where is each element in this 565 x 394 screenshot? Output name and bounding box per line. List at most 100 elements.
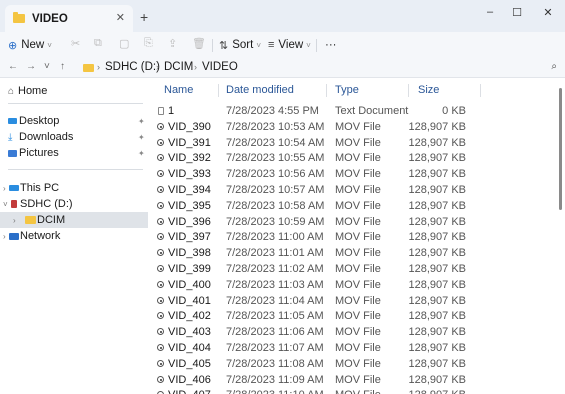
new-tab-button[interactable]: + <box>140 9 148 25</box>
video-file-icon <box>157 375 164 383</box>
more-options-button[interactable]: ··· <box>325 32 337 58</box>
file-row[interactable]: VID_406 7/28/2023 11:09 AM MOV File 128,907… <box>150 373 565 388</box>
close-window-button[interactable]: ✕ <box>538 6 558 19</box>
video-file-icon <box>157 186 164 193</box>
file-size: 128,907 KB <box>408 278 467 291</box>
column-divider[interactable] <box>218 84 219 97</box>
file-name: VID_396 <box>168 215 211 228</box>
file-row[interactable]: VID_390 7/28/2023 10:53 AM MOV File 128,907… <box>150 120 565 135</box>
file-name: VID_393 <box>168 168 211 181</box>
nav-item-this-pc[interactable]: › This PC <box>0 180 148 196</box>
chevron-down-icon: ˅ <box>306 40 311 50</box>
file-row[interactable]: VID_396 7/28/2023 10:59 AM MOV File 128,907… <box>150 215 565 230</box>
chevron-right-icon[interactable]: › <box>13 216 16 225</box>
file-date-modified: 7/28/2023 11:03 AM <box>226 278 324 291</box>
tab-video[interactable]: VIDEO ✕ <box>5 5 133 32</box>
file-row[interactable]: VID_403 7/28/2023 11:06 AM MOV File 128,907… <box>150 325 565 340</box>
video-file-icon <box>157 170 164 178</box>
nav-item-sdhc[interactable]: ˅ SDHC (D:) <box>0 196 148 212</box>
file-type: MOV File <box>335 184 381 196</box>
file-row[interactable]: VID_392 7/28/2023 10:55 AM MOV File 128,907… <box>150 151 565 166</box>
nav-item-dcim[interactable]: › DCIM <box>0 212 148 228</box>
file-name: VID_394 <box>168 184 211 196</box>
file-row[interactable]: 1 7/28/2023 4:55 PM Text Document 0 KB <box>150 104 565 119</box>
folder-icon <box>25 216 36 224</box>
new-button-label: New <box>21 39 45 51</box>
search-icon[interactable]: ⌕ <box>551 61 557 72</box>
file-row[interactable]: VID_395 7/28/2023 10:58 AM MOV File 128,907… <box>150 199 565 214</box>
nav-item-label: Network <box>20 230 61 242</box>
nav-item-home[interactable]: ⌂ Home <box>0 83 148 99</box>
file-date-modified: 7/28/2023 10:58 AM <box>226 199 325 212</box>
copy-icon[interactable]: ⧉ <box>94 37 102 50</box>
breadcrumb-video[interactable]: VIDEO <box>202 61 238 73</box>
file-date-modified: 7/28/2023 10:54 AM <box>226 136 325 149</box>
maximize-button[interactable]: ☐ <box>507 6 527 19</box>
nav-item-desktop[interactable]: Desktop ✦ <box>0 113 148 129</box>
file-row[interactable]: VID_401 7/28/2023 11:04 AM MOV File 128,907… <box>150 294 565 309</box>
pin-icon[interactable]: ✦ <box>138 149 145 158</box>
close-tab-icon[interactable]: ✕ <box>116 11 125 24</box>
file-date-modified: 7/28/2023 11:07 AM <box>226 342 324 354</box>
downloads-icon: ⤓ <box>8 131 13 143</box>
network-icon <box>9 232 19 240</box>
file-row[interactable]: VID_402 7/28/2023 11:05 AM MOV File 128,907… <box>150 309 565 324</box>
paste-icon[interactable]: ▢ <box>119 37 129 50</box>
nav-item-network[interactable]: › Network <box>0 228 148 244</box>
file-row[interactable]: VID_398 7/28/2023 11:01 AM MOV File 128,907… <box>150 246 565 261</box>
this-pc-icon <box>9 185 19 191</box>
column-header-date[interactable]: Date modified <box>226 84 294 96</box>
chevron-right-icon[interactable]: › <box>3 232 6 241</box>
rename-icon[interactable]: ⎘ <box>144 37 153 50</box>
file-row[interactable]: VID_407 7/28/2023 11:10 AM MOV File 128,907… <box>150 388 565 394</box>
file-name: VID_405 <box>168 357 211 370</box>
column-divider[interactable] <box>326 84 327 97</box>
forward-icon[interactable]: → <box>26 61 36 72</box>
nav-item-pictures[interactable]: Pictures ✦ <box>0 145 148 161</box>
file-type: MOV File <box>335 136 381 149</box>
pin-icon[interactable]: ✦ <box>138 133 145 142</box>
recent-locations-icon[interactable]: ˅ <box>44 61 50 72</box>
toolbar-divider <box>316 39 317 52</box>
up-icon[interactable]: ↑ <box>60 61 65 72</box>
file-date-modified: 7/28/2023 11:05 AM <box>226 310 324 323</box>
breadcrumb-sdhc[interactable]: SDHC (D:) <box>105 61 160 73</box>
column-header-size[interactable]: Size <box>418 84 439 96</box>
video-file-icon <box>157 328 164 336</box>
video-file-icon <box>157 280 164 288</box>
new-button[interactable]: ⊕ New ˅ <box>8 32 52 58</box>
file-row[interactable]: VID_393 7/28/2023 10:56 AM MOV File 128,907… <box>150 167 565 182</box>
pin-icon[interactable]: ✦ <box>138 117 145 126</box>
column-header-type[interactable]: Type <box>335 84 359 96</box>
nav-item-downloads[interactable]: ⤓ Downloads ✦ <box>0 129 148 145</box>
view-button[interactable]: ≡ View ˅ <box>268 32 311 58</box>
file-row[interactable]: VID_399 7/28/2023 11:02 AM MOV File 128,907… <box>150 262 565 277</box>
file-row[interactable]: VID_391 7/28/2023 10:54 AM MOV File 128,907… <box>150 136 565 151</box>
file-type: MOV File <box>335 231 381 244</box>
column-header-name[interactable]: Name <box>164 84 193 96</box>
chevron-right-icon[interactable]: › <box>3 184 6 193</box>
file-row[interactable]: VID_397 7/28/2023 11:00 AM MOV File 128,907… <box>150 230 565 245</box>
breadcrumb-dcim[interactable]: DCIM <box>164 61 193 73</box>
view-icon: ≡ <box>268 39 275 51</box>
video-file-icon <box>157 265 164 272</box>
vertical-scrollbar[interactable] <box>559 88 562 210</box>
share-icon[interactable]: ⇪ <box>168 37 177 50</box>
file-type: MOV File <box>335 247 381 260</box>
column-divider[interactable] <box>408 84 409 97</box>
back-icon[interactable]: ← <box>8 61 18 72</box>
file-name: VID_398 <box>168 247 211 260</box>
file-row[interactable]: VID_404 7/28/2023 11:07 AM MOV File 128,907… <box>150 341 565 356</box>
file-date-modified: 7/28/2023 11:02 AM <box>226 263 324 275</box>
command-bar: ⊕ New ˅ ✂ ⧉ ▢ ⎘ ⇪ 🗑 ⇅ Sort ˅ ≡ View ˅ ··… <box>0 32 565 58</box>
column-divider[interactable] <box>480 84 481 97</box>
file-row[interactable]: VID_400 7/28/2023 11:03 AM MOV File 128,907… <box>150 278 565 293</box>
cut-icon[interactable]: ✂ <box>71 37 80 50</box>
minimize-button[interactable]: – <box>480 6 500 18</box>
breadcrumb-separator-icon: › <box>194 62 197 72</box>
chevron-down-icon[interactable]: ˅ <box>3 200 8 209</box>
delete-icon[interactable]: 🗑 <box>192 37 206 50</box>
file-row[interactable]: VID_405 7/28/2023 11:08 AM MOV File 128,907… <box>150 357 565 372</box>
sort-button[interactable]: ⇅ Sort ˅ <box>219 32 261 58</box>
file-row[interactable]: VID_394 7/28/2023 10:57 AM MOV File 128,907… <box>150 183 565 198</box>
